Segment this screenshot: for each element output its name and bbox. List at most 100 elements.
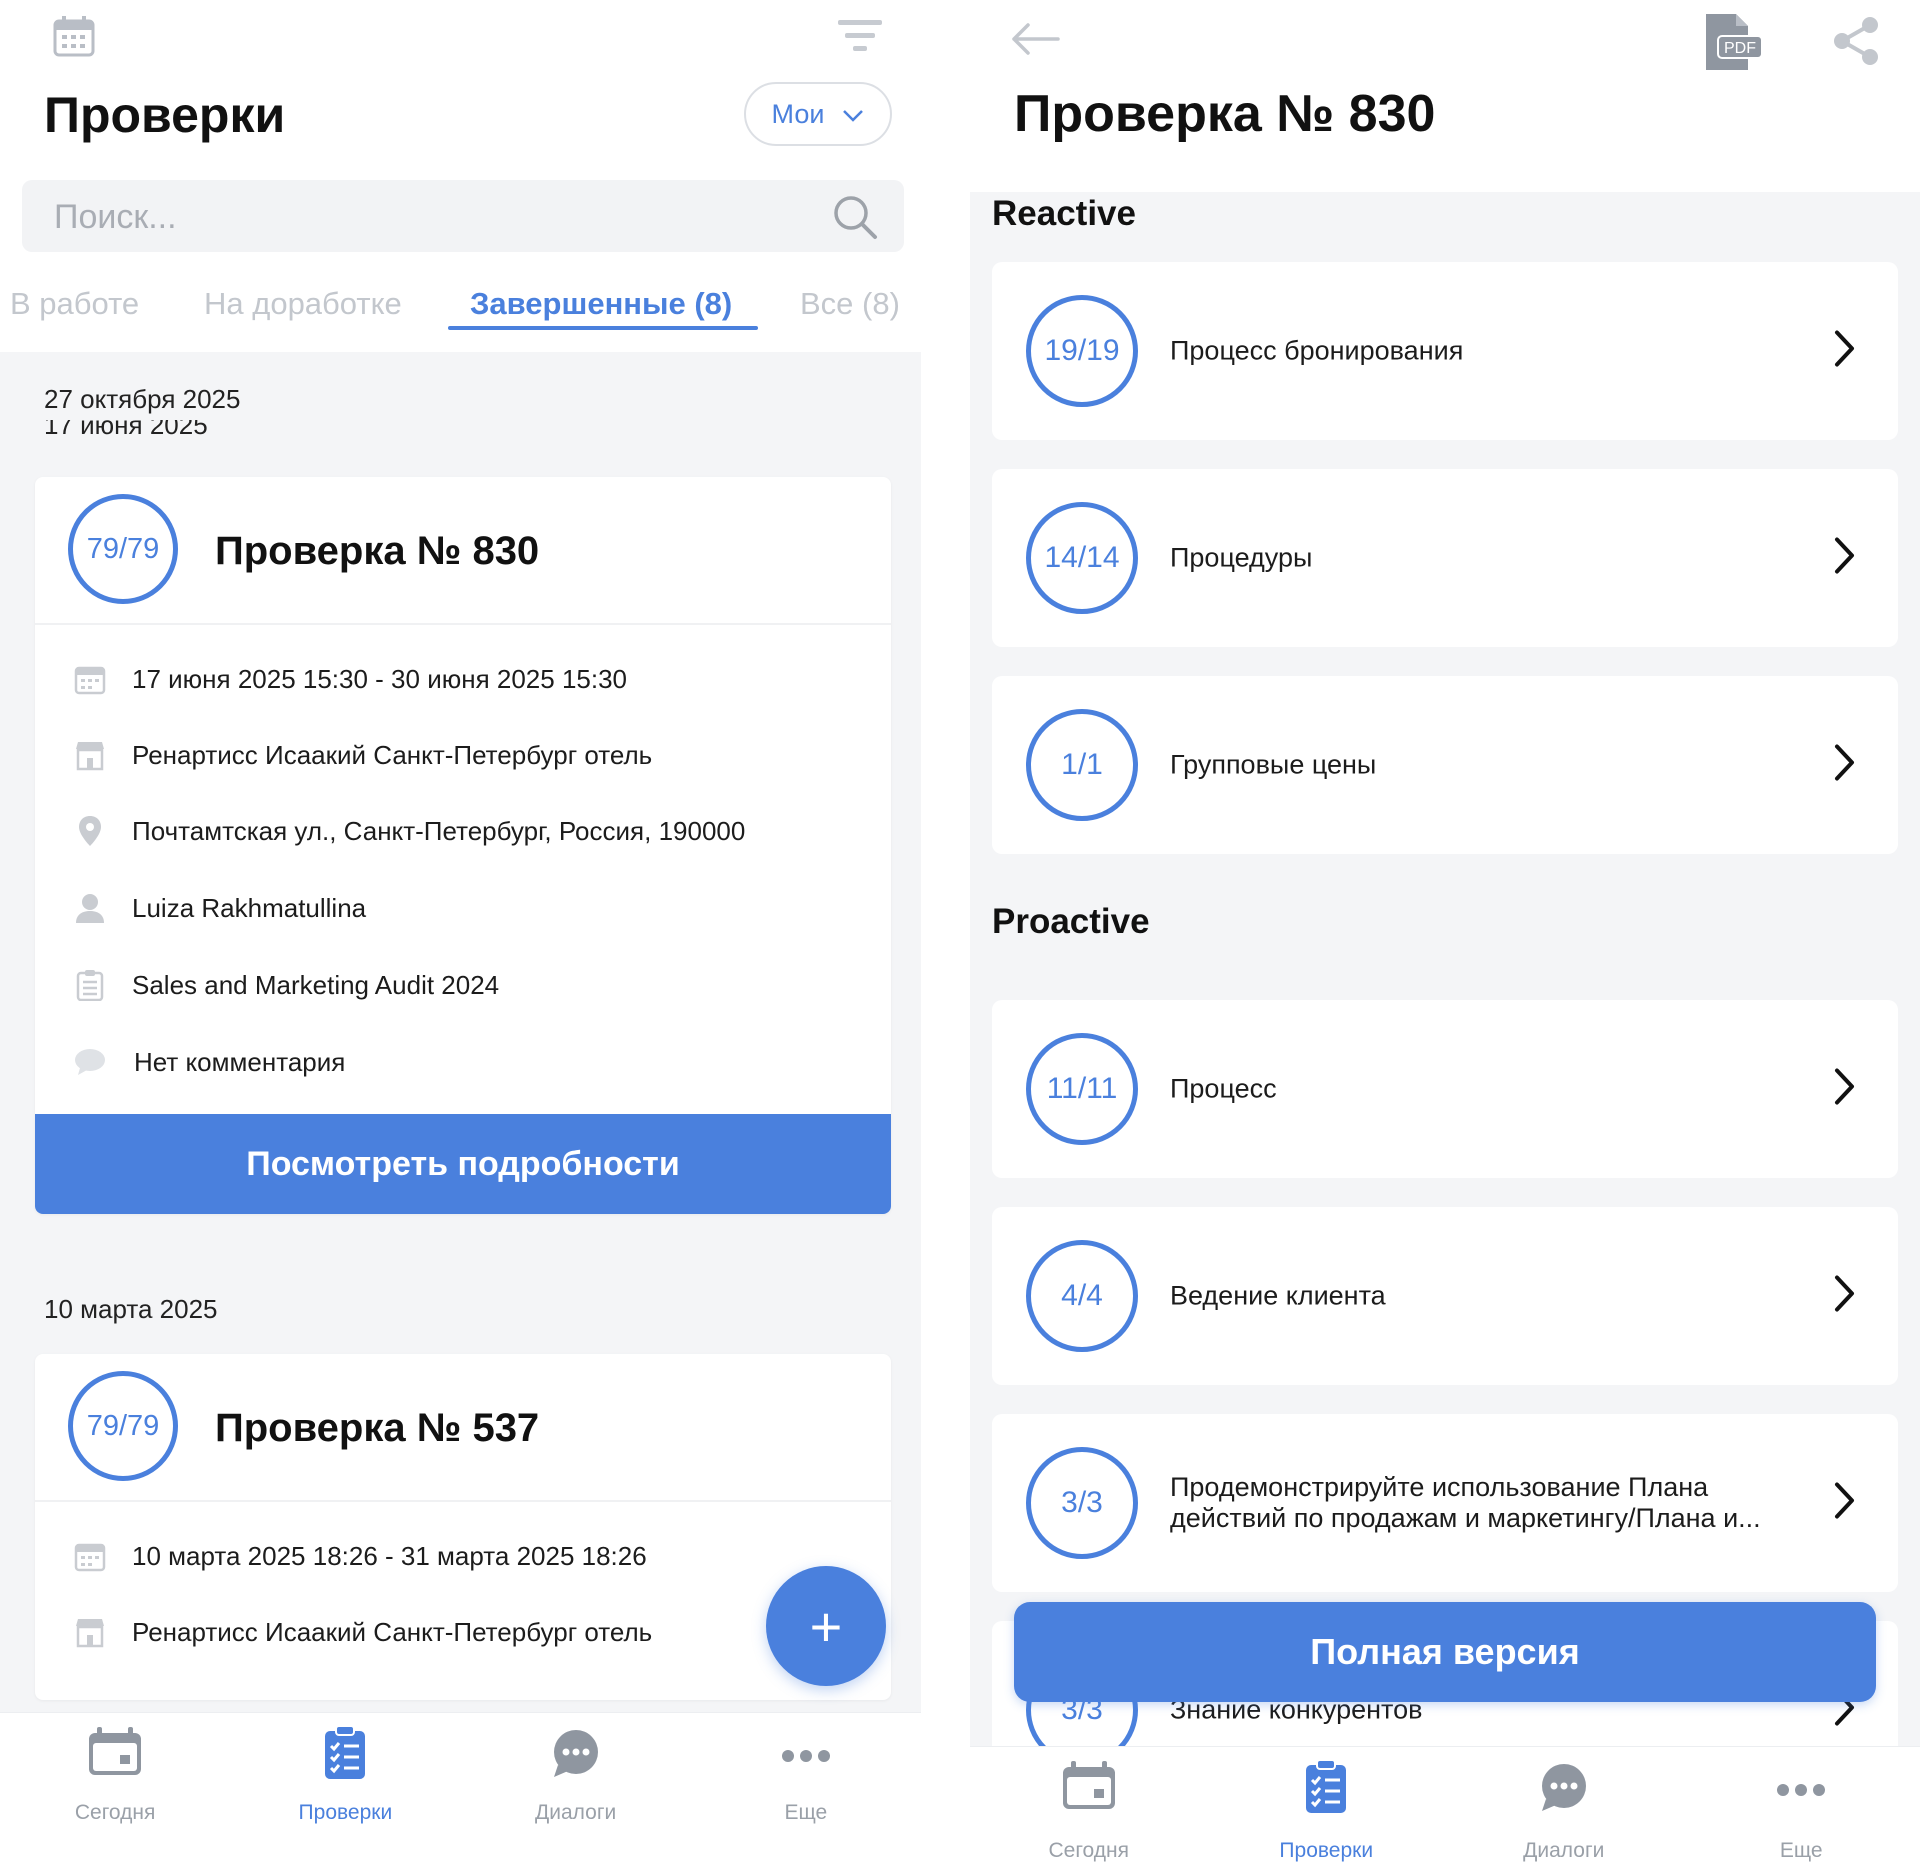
category-label: Продемонстрируйте использование Плана де… [1170,1472,1761,1533]
calendar-icon [73,1539,107,1573]
section-title: Proactive [992,902,1150,941]
tab-in-progress[interactable]: В работе [10,286,139,322]
nav-label: Сегодня [74,1801,156,1824]
tab-rework[interactable]: На доработке [204,286,402,322]
bottom-navigation: Сегодня Проверки Диалоги Еще [0,1712,921,1870]
location-pin-icon [73,814,107,848]
category-label: Процесс [1170,1073,1277,1104]
add-inspection-button[interactable]: + [766,1566,886,1686]
chevron-right-icon [1834,744,1856,787]
nav-item-today[interactable]: Сегодня [970,1747,1208,1870]
category-row[interactable]: 14/14 Процедуры [992,469,1898,647]
card-header: 79/79 Проверка № 830 [35,477,891,625]
chevron-right-icon [1834,330,1856,373]
owner-filter-dropdown[interactable]: Мои [744,82,892,146]
card-header: 79/79 Проверка № 537 [35,1354,891,1502]
category-row[interactable]: 4/4 Ведение клиента [992,1207,1898,1385]
nav-label: Проверки [298,1801,393,1824]
search-icon[interactable] [832,194,878,245]
group-date: 27 октября 2025 [44,384,241,414]
calendar-icon [87,1727,143,1782]
more-icon [781,1749,831,1768]
category-label: Групповые цены [1170,749,1377,780]
detail-header: PDF Проверка № 830 [970,0,1920,192]
more-icon [1776,1783,1826,1802]
category-label: Процедуры [1170,542,1313,573]
checklist-text: Sales and Marketing Audit 2024 [132,969,500,1000]
hotel-text: Ренартисс Исаакий Санкт-Петербург отель [132,739,653,770]
chevron-right-icon [1834,1482,1856,1525]
page-title: Проверки [44,87,286,143]
inspection-detail-screen: PDF Проверка № 830 Reactive 19/19 Процес… [970,0,1920,1870]
card-title: Проверка № 830 [215,529,540,573]
user-icon [73,891,107,925]
address-text: Почтамтская ул., Санкт-Петербург, Россия… [132,815,746,846]
score-ring: 79/79 [68,1371,178,1481]
inspection-card[interactable]: 79/79 Проверка № 537 10 марта 2025 18:26… [35,1354,891,1700]
chat-icon [1538,1763,1590,1818]
filter-icon[interactable] [838,18,882,59]
period-text: 17 июня 2025 15:30 - 30 июня 2025 15:30 [132,663,628,694]
nav-item-more[interactable]: Еще [1683,1747,1920,1870]
chevron-right-icon [1834,1275,1856,1318]
search-field[interactable]: Поиск... [22,180,904,252]
nav-item-today[interactable]: Сегодня [0,1713,230,1870]
hotel-text: Ренартисс Исаакий Санкт-Петербург отель [132,1616,653,1647]
comment-icon [73,1045,107,1079]
group-date: 10 марта 2025 [44,1294,218,1324]
inspection-card[interactable]: 79/79 Проверка № 830 17 июня 2025 15:30 … [35,477,891,1214]
active-tab-indicator [448,326,758,330]
back-arrow-icon[interactable] [1010,22,1060,61]
nav-label: Сегодня [1048,1839,1129,1862]
tab-all[interactable]: Все (8) [800,286,900,322]
category-row[interactable]: 1/1 Групповые цены [992,676,1898,854]
nav-item-dialogs[interactable]: Диалоги [461,1713,691,1870]
category-label: Процесс бронирования [1170,335,1464,366]
comment-text: Нет комментария [134,1046,346,1077]
plus-icon: + [809,1594,843,1658]
nav-item-inspections[interactable]: Проверки [230,1713,460,1870]
calendar-icon[interactable] [52,14,96,63]
category-row[interactable]: 19/19 Процесс бронирования [992,262,1898,440]
nav-item-inspections[interactable]: Проверки [1208,1747,1446,1870]
checklist-icon [1304,1759,1348,1820]
card-title: Проверка № 537 [215,1406,540,1450]
list-header: Проверки Мои Поиск... В работе На дорабо… [0,0,921,352]
score-ring: 3/3 [1026,1447,1138,1559]
inspector-text: Luiza Rakhmatullina [132,892,367,923]
chat-icon [550,1729,602,1784]
tab-completed[interactable]: Завершенные (8) [470,286,732,322]
category-label: Ведение клиента [1170,1280,1386,1311]
score-ring: 79/79 [68,494,178,604]
share-icon[interactable] [1832,16,1880,71]
building-icon [73,738,107,772]
screen-divider [921,0,970,1870]
checklist-icon [323,1725,367,1786]
score-ring: 14/14 [1026,502,1138,614]
nav-label: Еще [1779,1839,1823,1862]
chevron-right-icon [1834,537,1856,580]
calendar-icon [1061,1761,1117,1816]
score-ring: 1/1 [1026,709,1138,821]
score-ring: 19/19 [1026,295,1138,407]
clipboard-icon [73,968,107,1002]
chevron-down-icon [842,99,864,130]
period-text: 10 марта 2025 18:26 - 31 марта 2025 18:2… [132,1540,647,1571]
view-details-button[interactable]: Посмотреть подробности [35,1114,891,1214]
search-placeholder: Поиск... [54,198,177,236]
nav-item-more[interactable]: Еще [691,1713,921,1870]
svg-text:PDF: PDF [1724,40,1756,57]
inspections-list-screen: Проверки Мои Поиск... В работе На дорабо… [0,0,921,1870]
group-date-overlapped: 17 июня 2025 [44,420,208,438]
nav-item-dialogs[interactable]: Диалоги [1445,1747,1683,1870]
section-title: Reactive [992,194,1136,233]
score-ring: 11/11 [1026,1033,1138,1145]
bottom-navigation: Сегодня Проверки Диалоги Еще [970,1746,1920,1870]
nav-label: Еще [784,1801,828,1824]
full-version-button[interactable]: Полная версия [1014,1602,1876,1702]
category-row[interactable]: 3/3 Продемонстрируйте использование План… [992,1414,1898,1592]
pdf-icon[interactable]: PDF [1702,12,1764,77]
nav-label: Диалоги [1523,1839,1605,1862]
status-tabs: В работе На доработке Завершенные (8) Вс… [0,280,921,340]
category-row[interactable]: 11/11 Процесс [992,1000,1898,1178]
